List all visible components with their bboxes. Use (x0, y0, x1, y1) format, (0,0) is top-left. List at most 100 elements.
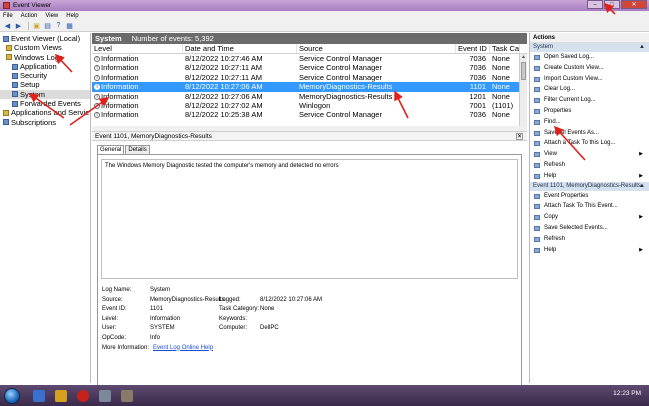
close-detail-icon[interactable]: ✕ (516, 133, 523, 140)
tree-item-windows-logs[interactable]: Windows Logs (0, 53, 90, 62)
action-label: Clear Log... (544, 86, 576, 93)
table-row[interactable]: i Information 8/12/2022 10:27:06 AM MemoryD… (92, 82, 527, 92)
tree-item-setup[interactable]: Setup (0, 80, 90, 89)
log-header: System Number of events: 5,392 (92, 33, 527, 44)
event-id-value: 1101 (150, 306, 163, 313)
task-cell: None (492, 91, 510, 101)
action-label: Save All Events As... (544, 129, 600, 136)
information-icon: i (94, 56, 100, 63)
minimize-button[interactable]: – (587, 0, 603, 9)
action-label: Properties (544, 107, 572, 114)
action-copy[interactable]: Copy ▶ (530, 212, 649, 223)
back-arrow-icon[interactable]: ◀ (3, 22, 12, 30)
forward-arrow-icon[interactable]: ▶ (14, 22, 23, 30)
action-create-custom-view[interactable]: Create Custom View... (530, 63, 649, 74)
table-row[interactable]: i Information 8/12/2022 10:27:02 AM Winlogo… (92, 101, 527, 110)
column-event-id[interactable]: Event ID (456, 44, 490, 53)
center-pane: System Number of events: 5,392 Level Dat… (92, 33, 527, 389)
column-task-category[interactable]: Task Ca (490, 44, 520, 53)
tree-item-label: Security (20, 71, 48, 81)
level-text: Information (101, 110, 139, 120)
action-find[interactable]: Find... (530, 117, 649, 128)
level-text: Information (101, 91, 139, 101)
menu-file[interactable]: File (3, 13, 13, 19)
action-filter-current-log[interactable]: Filter Current Log... (530, 95, 649, 106)
opera-icon[interactable] (77, 389, 89, 402)
source-cell: Service Control Manager (299, 110, 382, 120)
column-date-time[interactable]: Date and Time (183, 44, 297, 53)
close-button[interactable]: ✕ (621, 0, 647, 9)
date-cell: 8/12/2022 10:25:38 AM (185, 110, 263, 120)
tree-item-custom-views[interactable]: Custom Views (0, 43, 90, 52)
tree-item-subscriptions[interactable]: Subscriptions (0, 118, 90, 127)
column-source[interactable]: Source (297, 44, 456, 53)
action-attach-a-task-to-this-log[interactable]: Attach a Task To this Log... (530, 138, 649, 149)
action-import-custom-view[interactable]: Import Custom View... (530, 74, 649, 85)
action-open-saved-log[interactable]: Open Saved Log... (530, 52, 649, 63)
folder-up-icon[interactable]: ▣ (32, 22, 41, 30)
user-label: User: (102, 325, 117, 332)
tree-item-applications-services[interactable]: Applications and Servic (0, 108, 90, 117)
explorer-icon[interactable] (33, 389, 45, 402)
copy-icon (534, 215, 540, 221)
menu-view[interactable]: View (45, 13, 58, 19)
panel-icon[interactable]: ▦ (65, 22, 74, 30)
folder-icon[interactable] (55, 389, 67, 402)
action-save-selected-events[interactable]: Save Selected Events... (530, 223, 649, 234)
find-icon (534, 119, 540, 125)
action-clear-log[interactable]: Clear Log... (530, 84, 649, 95)
console-tree-icon[interactable]: ▤ (43, 22, 52, 30)
table-row[interactable]: i Information 8/12/2022 10:27:06 AM MemoryD… (92, 92, 527, 101)
table-row[interactable]: i Information 8/12/2022 10:27:11 AM Service… (92, 63, 527, 72)
start-button[interactable] (4, 387, 20, 404)
menu-action[interactable]: Action (21, 13, 38, 19)
action-help[interactable]: Help ▶ (530, 245, 649, 256)
event-list-scrollbar[interactable]: ▲ (519, 54, 527, 126)
actions-section-system[interactable]: System ▲ (530, 43, 649, 52)
task-cell: (1101) (492, 100, 514, 110)
action-attach-task-to-this-event[interactable]: Attach Task To This Event... (530, 201, 649, 212)
help-icon[interactable]: ? (54, 22, 63, 30)
actions-section-event[interactable]: Event 1101, MemoryDiagnostics-Results ▲ (530, 181, 649, 191)
tree-item-system[interactable]: System (0, 89, 90, 100)
event-log-online-help-link[interactable]: Event Log Online Help (153, 344, 213, 354)
taskbar: 12:23 PM (0, 385, 649, 406)
action-event-properties[interactable]: Event Properties (530, 191, 649, 202)
table-row[interactable]: i Information 8/12/2022 10:27:46 AM Service… (92, 54, 527, 63)
event-id-cell: 7001 (469, 100, 486, 110)
action-refresh[interactable]: Refresh (530, 234, 649, 245)
task-category-value: None (260, 306, 275, 313)
column-level[interactable]: Level (92, 44, 183, 53)
level-text: Information (101, 54, 139, 63)
collapse-icon: ▲ (639, 182, 645, 189)
maximize-button[interactable]: □ (604, 0, 620, 9)
action-save-all-events-as[interactable]: Save All Events As... (530, 128, 649, 139)
scroll-thumb[interactable] (521, 62, 526, 80)
table-row[interactable]: i Information 8/12/2022 10:27:11 AM Service… (92, 73, 527, 82)
opcode-value: Info (150, 334, 161, 341)
task-cell: None (492, 63, 510, 73)
menu-help[interactable]: Help (66, 13, 78, 19)
app-icon[interactable] (99, 389, 111, 402)
event-id-cell: 7036 (469, 54, 486, 63)
tree-item-event-viewer-local[interactable]: Event Viewer (Local) (0, 34, 90, 43)
event-viewer-taskbar-icon[interactable] (121, 389, 133, 402)
help-icon (534, 247, 540, 253)
tree-item-forwarded-events[interactable]: Forwarded Events (0, 99, 90, 108)
action-properties[interactable]: Properties (530, 106, 649, 117)
action-refresh[interactable]: Refresh (530, 160, 649, 171)
event-id-cell: 1201 (469, 91, 486, 101)
tab-general[interactable]: General (97, 145, 125, 154)
information-icon: i (94, 65, 100, 72)
tab-details[interactable]: Details (125, 145, 150, 154)
toolbar-separator (28, 21, 29, 30)
tree-item-security[interactable]: Security (0, 71, 90, 80)
action-view[interactable]: View ▶ (530, 149, 649, 160)
table-row[interactable]: i Information 8/12/2022 10:25:38 AM Service… (92, 110, 527, 119)
scroll-up-icon[interactable]: ▲ (520, 54, 527, 61)
tree-item-label: Event Viewer (Local) (11, 34, 81, 43)
computer-icon (3, 35, 9, 42)
tree-item-application[interactable]: Application (0, 62, 90, 71)
event-actions-list: Event Properties Attach Task To This Even… (530, 191, 649, 256)
action-help[interactable]: Help ▶ (530, 171, 649, 182)
